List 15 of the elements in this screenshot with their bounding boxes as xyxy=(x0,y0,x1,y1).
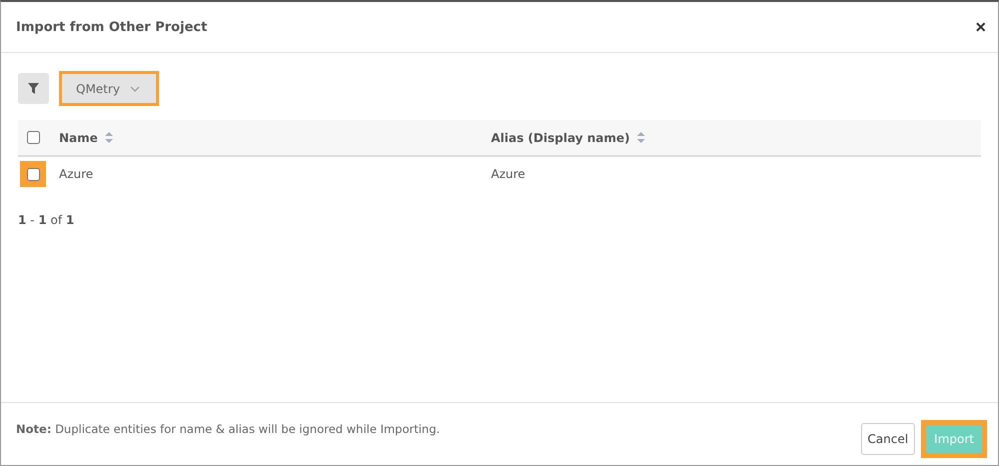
table-cell: Azure xyxy=(491,167,526,181)
note-text: Note: Duplicate entities for name & alias will be ignored while Importing. xyxy=(16,422,440,436)
chevron-down-icon xyxy=(130,86,140,92)
close-button[interactable]: × xyxy=(971,16,990,38)
project-dropdown[interactable]: QMetry xyxy=(59,71,159,106)
column-header[interactable]: Alias (Display name) xyxy=(491,130,630,144)
checkbox[interactable] xyxy=(26,131,40,144)
column-header[interactable]: Name xyxy=(59,130,98,144)
filter-button[interactable] xyxy=(18,73,49,104)
dialog-title: Import from Other Project xyxy=(16,20,208,34)
filter-icon xyxy=(28,83,39,94)
cancel-button[interactable]: Cancel xyxy=(860,423,916,455)
checkbox[interactable] xyxy=(26,168,40,180)
table-cell: Azure xyxy=(59,167,94,181)
pagination-info: 1 - 1 of 1 xyxy=(18,213,74,227)
